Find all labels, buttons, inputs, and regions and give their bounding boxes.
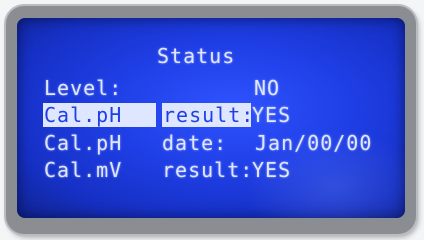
cal-ph-date-label-suffix: date: [162,131,228,155]
screen-title: Status [157,44,236,68]
cal-mv-result-label-suffix: result: [162,158,254,182]
cal-ph-date-value: Jan/00/00 [255,131,373,155]
cal-ph-result-label[interactable]: Cal.pH [44,104,122,126]
lcd-screen: Status Level: NO Cal.pH result: YES Cal.… [17,18,405,218]
level-label: Level: [44,76,123,100]
level-value: NO [254,76,281,100]
cal-mv-result-value: YES [252,158,292,182]
cal-ph-result-label-suffix[interactable]: result: [163,104,254,126]
cal-ph-date-label: Cal.pH [44,131,123,155]
device-bezel: Status Level: NO Cal.pH result: YES Cal.… [6,6,416,234]
cal-mv-result-label: Cal.mV [44,158,123,182]
cal-ph-result-value: YES [252,103,292,127]
